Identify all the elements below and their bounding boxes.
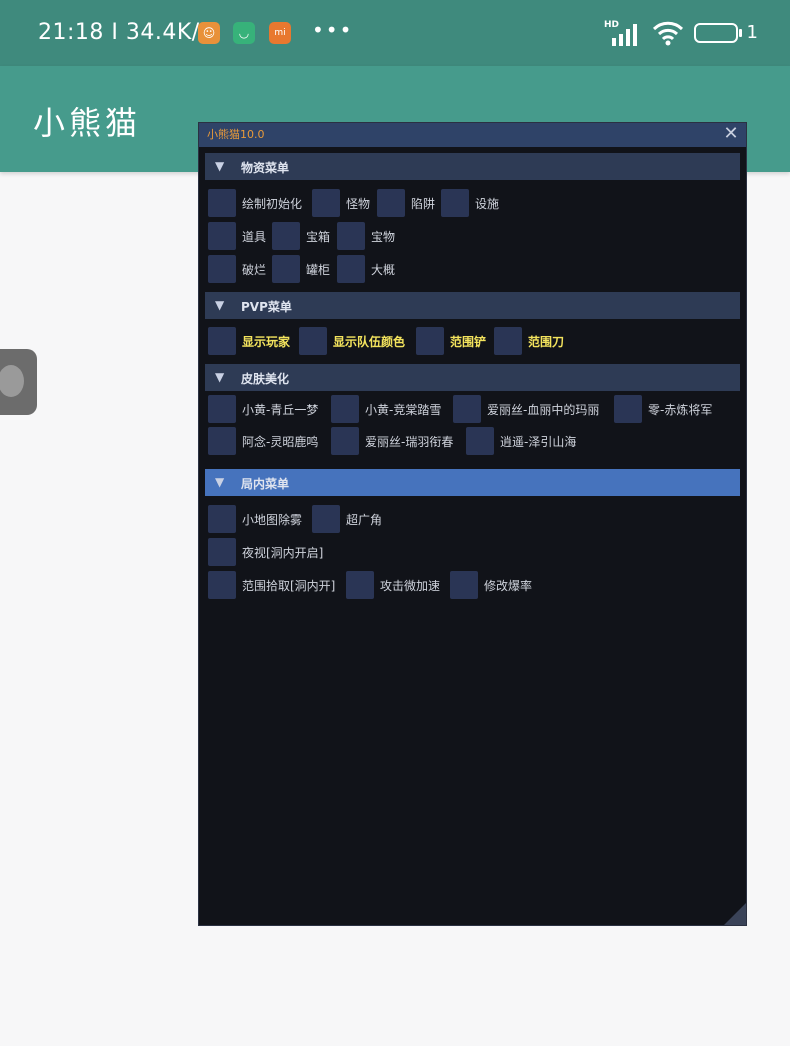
resize-handle[interactable] [724, 903, 746, 925]
section-header-supplies[interactable]: ▼ 物资菜单 [205, 153, 740, 180]
wifi-icon [652, 21, 684, 46]
option-label: 范围铲 [450, 335, 487, 349]
checkbox[interactable] [208, 395, 236, 423]
checkbox[interactable] [208, 255, 236, 283]
more-notifications-icon: ••• [312, 18, 354, 42]
signal-icon [612, 24, 637, 46]
option-label: 阿念-灵昭鹿鸣 [242, 435, 319, 449]
section-header-skins[interactable]: ▼ 皮肤美化 [205, 364, 740, 391]
section-header-pvp[interactable]: ▼ PVP菜单 [205, 292, 740, 319]
option-label: 陷阱 [411, 197, 436, 211]
triangle-down-icon: ▼ [215, 159, 225, 173]
option-label: 逍遥-泽引山海 [500, 435, 577, 449]
section-label: PVP菜单 [241, 300, 292, 314]
mod-menu-window[interactable]: 小熊猫10.0 ✕ ▼ 物资菜单 绘制初始化 怪物 陷阱 设施 道具 宝箱 宝物… [198, 122, 747, 926]
triangle-down-icon: ▼ [215, 475, 225, 489]
section-label: 物资菜单 [241, 161, 290, 175]
checkbox[interactable] [208, 327, 236, 355]
checkbox[interactable] [337, 222, 365, 250]
option-label: 夜视[洞内开启] [242, 546, 324, 560]
checkbox[interactable] [453, 395, 481, 423]
close-icon[interactable]: ✕ [722, 125, 740, 143]
option-label: 怪物 [346, 197, 371, 211]
checkbox[interactable] [208, 189, 236, 217]
checkbox[interactable] [346, 571, 374, 599]
checkbox[interactable] [614, 395, 642, 423]
section-header-ingame[interactable]: ▼ 局内菜单 [205, 469, 740, 496]
section-label: 局内菜单 [241, 477, 290, 491]
option-label: 零-赤炼将军 [648, 403, 713, 417]
checkbox[interactable] [441, 189, 469, 217]
option-label: 爱丽丝-瑞羽衔春 [365, 435, 454, 449]
option-label: 宝物 [371, 230, 396, 244]
checkbox[interactable] [416, 327, 444, 355]
battery-icon [694, 23, 742, 43]
checkbox[interactable] [377, 189, 405, 217]
option-label: 宝箱 [306, 230, 331, 244]
window-title: 小熊猫10.0 [207, 128, 265, 141]
option-label: 显示队伍颜色 [333, 335, 406, 349]
option-label: 绘制初始化 [242, 197, 303, 211]
checkbox[interactable] [494, 327, 522, 355]
option-label: 小黄-竞棠踏雪 [365, 403, 442, 417]
app-notification-icon: ☺ [198, 22, 220, 44]
option-label: 范围刀 [528, 335, 565, 349]
checkbox[interactable] [337, 255, 365, 283]
checkbox[interactable] [331, 427, 359, 455]
checkbox[interactable] [331, 395, 359, 423]
status-bar: 21:18 I 34.4K/s ☺ ◡ mi ••• HD 1 [0, 0, 790, 66]
option-label: 攻击微加速 [380, 579, 441, 593]
triangle-down-icon: ▼ [215, 298, 225, 312]
option-label: 范围拾取[洞内开] [242, 579, 336, 593]
checkbox[interactable] [299, 327, 327, 355]
option-label: 显示玩家 [242, 335, 291, 349]
app-notification-icon: ◡ [233, 22, 255, 44]
checkbox[interactable] [208, 427, 236, 455]
option-label: 设施 [475, 197, 500, 211]
checkbox[interactable] [312, 505, 340, 533]
option-label: 爱丽丝-血丽中的玛丽 [487, 403, 600, 417]
triangle-down-icon: ▼ [215, 370, 225, 384]
option-label: 超广角 [346, 513, 383, 527]
checkbox[interactable] [272, 222, 300, 250]
floating-mic-button[interactable] [0, 349, 37, 415]
option-label: 破烂 [242, 263, 267, 277]
option-label: 小黄-青丘一梦 [242, 403, 319, 417]
microphone-icon [0, 365, 24, 397]
checkbox[interactable] [208, 571, 236, 599]
checkbox[interactable] [208, 222, 236, 250]
checkbox[interactable] [208, 538, 236, 566]
section-label: 皮肤美化 [241, 372, 290, 386]
checkbox[interactable] [272, 255, 300, 283]
window-title-bar[interactable]: 小熊猫10.0 ✕ [199, 123, 746, 147]
option-label: 罐柜 [306, 263, 331, 277]
checkbox[interactable] [450, 571, 478, 599]
option-label: 修改爆率 [484, 579, 533, 593]
battery-level: 1 [746, 22, 758, 43]
option-label: 小地图除雾 [242, 513, 303, 527]
checkbox[interactable] [312, 189, 340, 217]
checkbox[interactable] [466, 427, 494, 455]
mi-icon: mi [269, 22, 291, 44]
option-label: 大概 [371, 263, 396, 277]
option-label: 道具 [242, 230, 267, 244]
status-time: 21:18 I 34.4K/s [38, 20, 212, 45]
app-title: 小熊猫 [33, 104, 142, 142]
checkbox[interactable] [208, 505, 236, 533]
